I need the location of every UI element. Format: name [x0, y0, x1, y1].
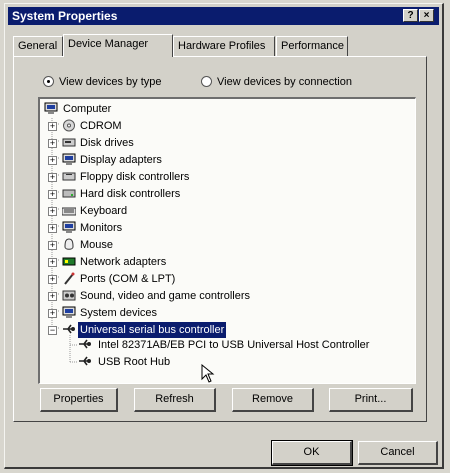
ok-button[interactable]: OK [271, 440, 353, 466]
title-bar[interactable]: System Properties ? × [8, 7, 439, 25]
device-manager-panel [13, 56, 427, 422]
tab-general[interactable]: General [13, 36, 63, 56]
close-button[interactable]: × [419, 9, 434, 22]
help-button[interactable]: ? [403, 9, 418, 22]
tab-device-manager[interactable]: Device Manager [63, 34, 173, 57]
tab-hardware-profiles[interactable]: Hardware Profiles [173, 36, 275, 56]
window-title: System Properties [12, 9, 118, 23]
cancel-button[interactable]: Cancel [358, 441, 438, 465]
tab-performance[interactable]: Performance [276, 36, 348, 56]
